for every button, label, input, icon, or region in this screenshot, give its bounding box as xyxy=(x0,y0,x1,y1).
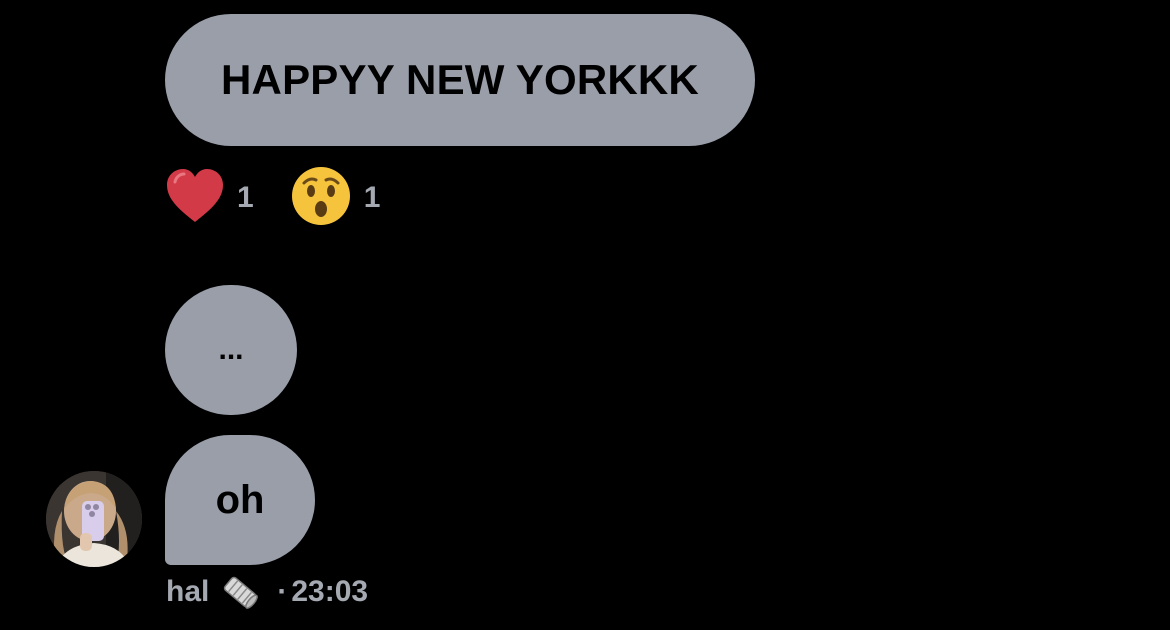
message-bubble[interactable]: oh xyxy=(165,435,315,565)
reaction-count: 1 xyxy=(363,181,381,214)
message-bubble[interactable]: HAPPYY NEW YORKKK xyxy=(165,14,755,146)
reaction-bar: 1 1 xyxy=(165,166,380,229)
message-timestamp: 23:03 xyxy=(291,575,369,608)
red-heart-icon xyxy=(165,168,225,229)
reaction-heart[interactable]: 1 xyxy=(165,168,254,229)
reaction-count: 1 xyxy=(237,181,254,214)
message-text: oh xyxy=(215,477,265,522)
reaction-astonished[interactable]: 1 xyxy=(290,165,381,232)
sender-name[interactable]: hal xyxy=(166,575,209,609)
message-bubble[interactable]: ... xyxy=(165,285,297,415)
astonished-face-icon xyxy=(290,165,352,232)
meta-separator: · xyxy=(277,575,288,608)
newspaper-roll-icon xyxy=(219,572,261,612)
message-meta: hal · 23:03 xyxy=(166,572,368,612)
message-text: HAPPYY NEW YORKKK xyxy=(221,56,699,103)
avatar-photo xyxy=(46,471,142,567)
avatar[interactable] xyxy=(46,471,142,567)
message-text: ... xyxy=(218,333,244,366)
